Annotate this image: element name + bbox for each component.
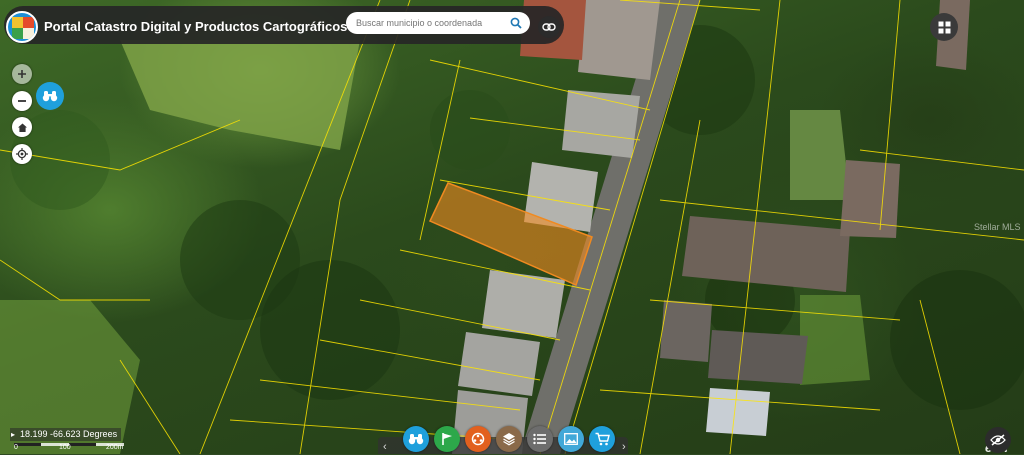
cart-icon	[595, 432, 610, 446]
eye-off-icon	[990, 434, 1006, 446]
scale-label: 0	[14, 444, 18, 451]
zoom-out-button[interactable]	[12, 91, 32, 111]
basemap-tool-button[interactable]	[558, 426, 584, 452]
portal-title: Portal Catastro Digital y Productos Cart…	[44, 19, 348, 34]
bookmark-tool-button[interactable]	[434, 426, 460, 452]
share-link-button[interactable]	[538, 16, 560, 38]
binoculars-icon	[42, 91, 58, 102]
rooftop	[840, 160, 900, 238]
logo-tile	[23, 28, 34, 39]
locate-icon	[16, 148, 28, 160]
minus-icon	[18, 100, 26, 102]
scale-bar: 0 100 200m	[14, 443, 124, 454]
tree-canopy	[430, 90, 510, 170]
search-button[interactable]	[505, 13, 527, 33]
home-icon	[17, 123, 27, 132]
dock-next-icon[interactable]: ›	[622, 441, 626, 453]
list-icon	[533, 433, 546, 445]
tree-canopy	[890, 270, 1024, 410]
rooftop	[682, 216, 850, 292]
caret-icon: ▸	[11, 430, 16, 439]
logo-tile	[12, 28, 23, 39]
rooftop	[482, 270, 565, 338]
rooftop	[562, 90, 640, 158]
aerial-map[interactable]: Stellar MLS	[0, 0, 1024, 454]
locate-button[interactable]	[12, 144, 32, 164]
flag-icon	[442, 433, 452, 445]
dock-prev-icon[interactable]: ‹	[383, 441, 387, 453]
media-tool-button[interactable]	[465, 426, 491, 452]
rooftop	[706, 388, 770, 436]
coordinate-readout[interactable]: ▸ 18.199 -66.623 Degrees	[10, 428, 122, 441]
cart-tool-button[interactable]	[589, 426, 615, 452]
scale-label: 200m	[106, 444, 124, 451]
link-icon	[542, 23, 556, 31]
search-input[interactable]	[346, 12, 530, 34]
legend-tool-button[interactable]	[527, 426, 553, 452]
catastro-logo[interactable]	[6, 11, 38, 43]
binoculars-icon	[408, 434, 424, 445]
logo-tile	[12, 17, 23, 28]
zoom-in-button[interactable]	[12, 64, 32, 84]
scale-label: 100	[59, 444, 71, 451]
rooftop	[708, 330, 808, 384]
home-button[interactable]	[12, 117, 32, 137]
grass-field	[120, 40, 360, 150]
grid-icon	[938, 21, 950, 33]
search-tool-button[interactable]	[403, 426, 429, 452]
image-icon	[564, 433, 578, 445]
grass-lawn	[790, 110, 850, 200]
explore-button[interactable]	[36, 82, 64, 110]
reel-icon	[471, 432, 485, 446]
layers-icon	[503, 433, 515, 446]
map-canvas	[0, 0, 1024, 454]
rooftop	[578, 0, 660, 80]
watermark-text: Stellar MLS	[974, 222, 1021, 232]
plus-icon	[18, 70, 26, 78]
grass-lawn	[800, 295, 870, 385]
logo-tile	[23, 17, 34, 28]
layers-tool-button[interactable]	[496, 426, 522, 452]
visibility-toggle-button[interactable]	[985, 427, 1011, 453]
rooftop	[660, 300, 712, 362]
coordinate-text: 18.199 -66.623 Degrees	[20, 429, 118, 439]
apps-button[interactable]	[930, 13, 958, 41]
tree-canopy	[260, 260, 400, 400]
search-icon	[510, 17, 522, 29]
rooftop	[458, 332, 540, 396]
